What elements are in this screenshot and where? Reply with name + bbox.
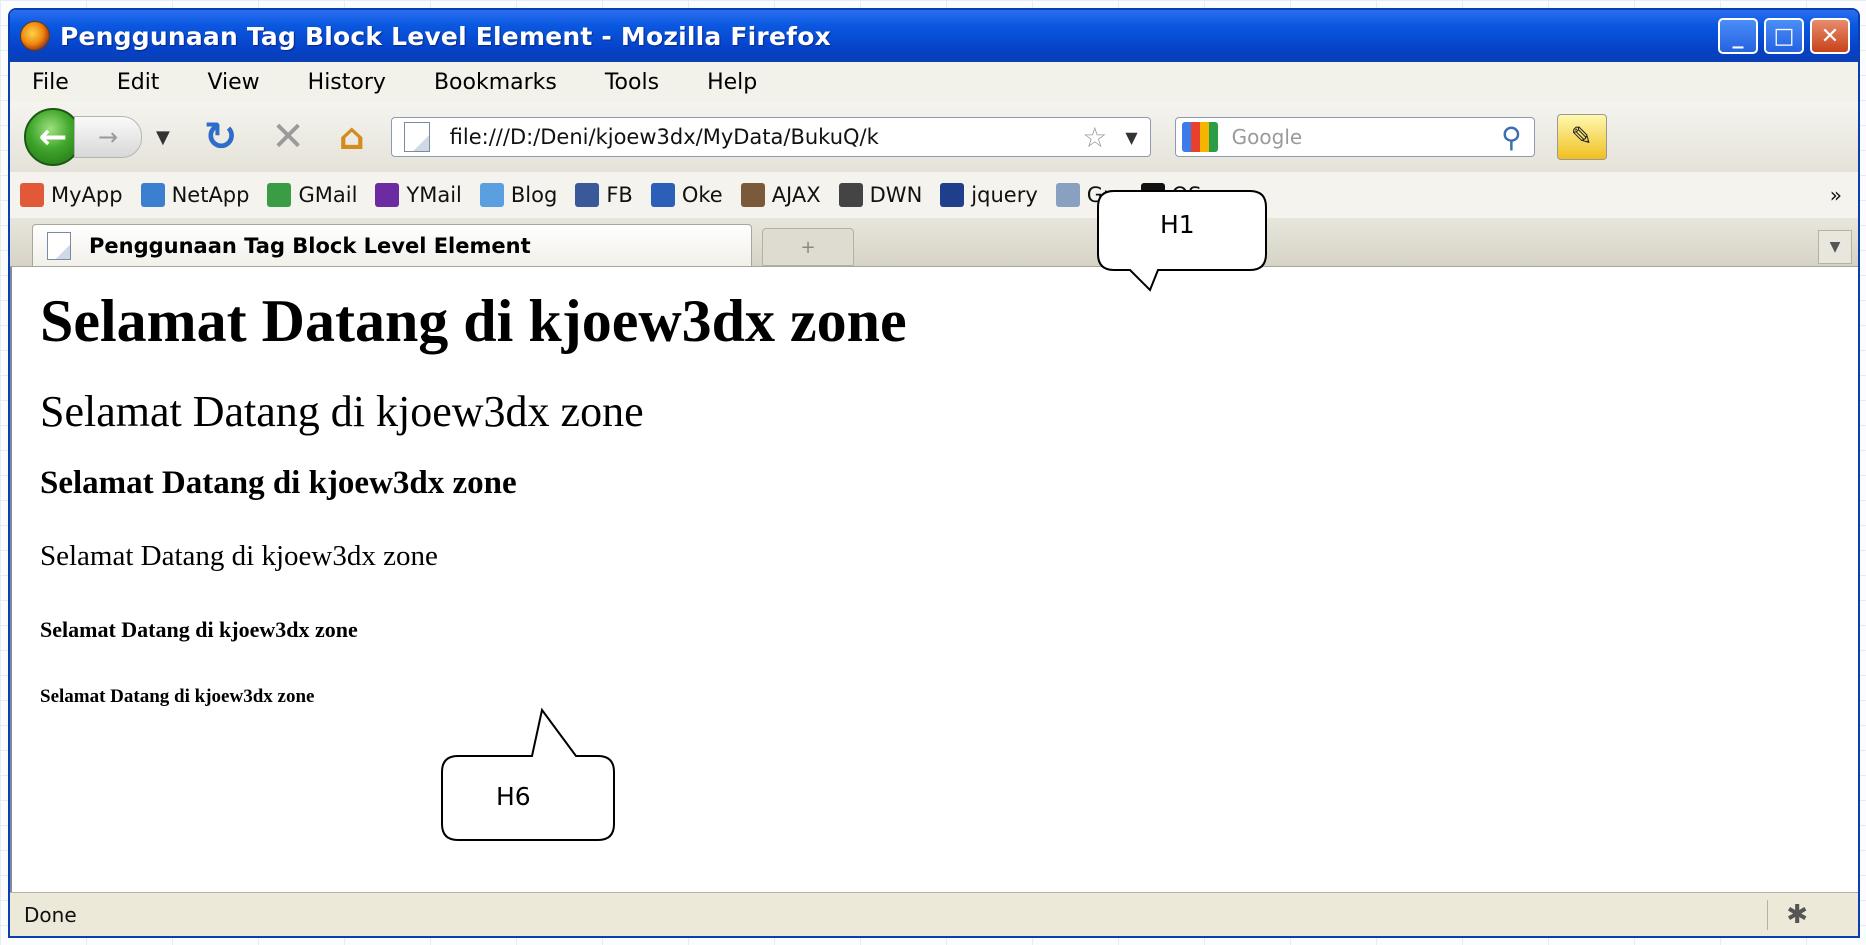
menu-file[interactable]: File — [32, 70, 69, 95]
bookmark-label: jquery — [971, 183, 1038, 207]
close-button[interactable]: ✕ — [1810, 18, 1850, 54]
bookmark-star-icon[interactable]: ☆ — [1082, 121, 1107, 154]
minimize-button[interactable]: _ — [1718, 18, 1758, 54]
menu-history[interactable]: History — [308, 70, 386, 95]
url-text[interactable]: file:///D:/Deni/kjoew3dx/MyData/BukuQ/k — [450, 125, 1077, 149]
heading-h1: Selamat Datang di kjoew3dx zone — [40, 288, 907, 354]
callout-h1-label: H1 — [1160, 210, 1195, 239]
menu-view[interactable]: View — [207, 70, 259, 95]
bookmark-blog[interactable]: Blog — [479, 183, 558, 207]
bookmark-ymail[interactable]: YMail — [375, 183, 462, 207]
facebook-icon — [575, 183, 600, 207]
bookmark-netapp[interactable]: NetApp — [140, 183, 250, 207]
bookmark-label: MyApp — [51, 183, 123, 207]
tab-active[interactable]: Penggunaan Tag Block Level Element — [32, 224, 752, 266]
ajax-icon — [740, 183, 765, 207]
heading-h4: Selamat Datang di kjoew3dx zone — [40, 540, 438, 572]
tab-list-dropdown-icon[interactable]: ▼ — [1818, 230, 1852, 264]
status-bar: Done ✱ — [10, 892, 1858, 936]
callout-h1: H1 — [1096, 190, 1268, 300]
bookmarks-overflow-button[interactable]: » — [1830, 183, 1842, 207]
bookmark-ajax[interactable]: AJAX — [740, 183, 821, 207]
menu-bar: File Edit View History Bookmarks Tools H… — [10, 62, 1858, 102]
stop-icon[interactable]: ✕ — [271, 114, 305, 160]
bookmark-label: FB — [606, 183, 633, 207]
bookmark-fb[interactable]: FB — [575, 183, 633, 207]
callout-h6-shape — [441, 707, 615, 841]
page-icon — [1055, 183, 1080, 207]
bookmark-myapp[interactable]: MyApp — [20, 183, 123, 207]
menu-bookmarks[interactable]: Bookmarks — [434, 70, 557, 95]
window-title: Penggunaan Tag Block Level Element - Moz… — [60, 21, 831, 51]
forward-button[interactable]: → — [74, 116, 142, 158]
bookmark-jquery[interactable]: jquery — [940, 183, 1038, 207]
google-icon[interactable] — [1181, 122, 1218, 152]
netapp-icon — [140, 183, 165, 207]
bookmark-label: NetApp — [171, 183, 250, 207]
search-bar[interactable]: Google ⚲ — [1174, 117, 1535, 157]
title-bar: Penggunaan Tag Block Level Element - Moz… — [10, 10, 1858, 62]
heading-h2: Selamat Datang di kjoew3dx zone — [40, 387, 644, 436]
history-dropdown-icon[interactable]: ▼ — [156, 127, 170, 148]
firefox-logo-icon — [20, 21, 50, 51]
oke-icon — [650, 183, 675, 207]
maximize-button[interactable]: □ — [1764, 18, 1804, 54]
status-text: Done — [24, 902, 77, 927]
callout-h6-label: H6 — [496, 782, 531, 811]
gmail-icon — [267, 183, 292, 207]
new-tab-button[interactable]: + — [762, 228, 854, 266]
heading-h3: Selamat Datang di kjoew3dx zone — [40, 465, 517, 501]
window-controls: _ □ ✕ — [1718, 18, 1850, 54]
address-bar[interactable]: file:///D:/Deni/kjoew3dx/MyData/BukuQ/k … — [390, 117, 1151, 157]
heading-h6: Selamat Datang di kjoew3dx zone — [40, 686, 315, 707]
menu-edit[interactable]: Edit — [117, 70, 160, 95]
heading-h5: Selamat Datang di kjoew3dx zone — [40, 617, 358, 642]
menu-tools[interactable]: Tools — [605, 70, 659, 95]
menu-help[interactable]: Help — [707, 70, 757, 95]
back-arrow-icon: ← — [38, 117, 68, 157]
ymail-icon — [375, 183, 400, 207]
blog-icon — [479, 183, 504, 207]
bookmarks-toolbar: MyApp NetApp GMail YMail Blog FB Oke AJA… — [10, 172, 1858, 218]
dwn-icon — [838, 183, 863, 207]
highlighter-extension-icon[interactable]: ✎ — [1556, 114, 1607, 160]
browser-window: Penggunaan Tag Block Level Element - Moz… — [8, 8, 1860, 938]
bookmark-oke[interactable]: Oke — [650, 183, 723, 207]
myapp-icon — [20, 183, 44, 207]
search-placeholder[interactable]: Google — [1232, 125, 1501, 149]
url-dropdown-icon[interactable]: ▼ — [1125, 128, 1137, 147]
bookmark-label: Blog — [510, 183, 558, 207]
bookmark-dwn[interactable]: DWN — [838, 183, 923, 207]
firebug-icon[interactable]: ✱ — [1767, 899, 1808, 930]
reload-icon[interactable]: ↻ — [204, 114, 238, 160]
bookmark-label: GMail — [298, 183, 358, 207]
callout-h1-shape — [1097, 190, 1267, 292]
forward-arrow-icon: → — [97, 123, 119, 151]
bookmark-gmail[interactable]: GMail — [267, 183, 357, 207]
navigation-toolbar: ← → ▼ ↻ ✕ ⌂ file:///D:/Deni/kjoew3dx/MyD… — [10, 102, 1858, 172]
tab-strip: Penggunaan Tag Block Level Element + ▼ — [10, 218, 1858, 267]
callout-h6: H6 — [438, 707, 618, 841]
tab-label: Penggunaan Tag Block Level Element — [89, 233, 531, 258]
bookmark-label: YMail — [406, 183, 462, 207]
bookmark-label: DWN — [869, 183, 923, 207]
page-icon — [403, 122, 430, 152]
bookmark-label: AJAX — [771, 183, 821, 207]
search-icon[interactable]: ⚲ — [1501, 121, 1522, 154]
bookmark-label: Oke — [681, 183, 723, 207]
home-icon[interactable]: ⌂ — [339, 117, 365, 158]
jquery-icon — [940, 183, 965, 207]
page-icon — [47, 231, 71, 260]
page-content: Selamat Datang di kjoew3dx zone Selamat … — [10, 267, 1858, 895]
